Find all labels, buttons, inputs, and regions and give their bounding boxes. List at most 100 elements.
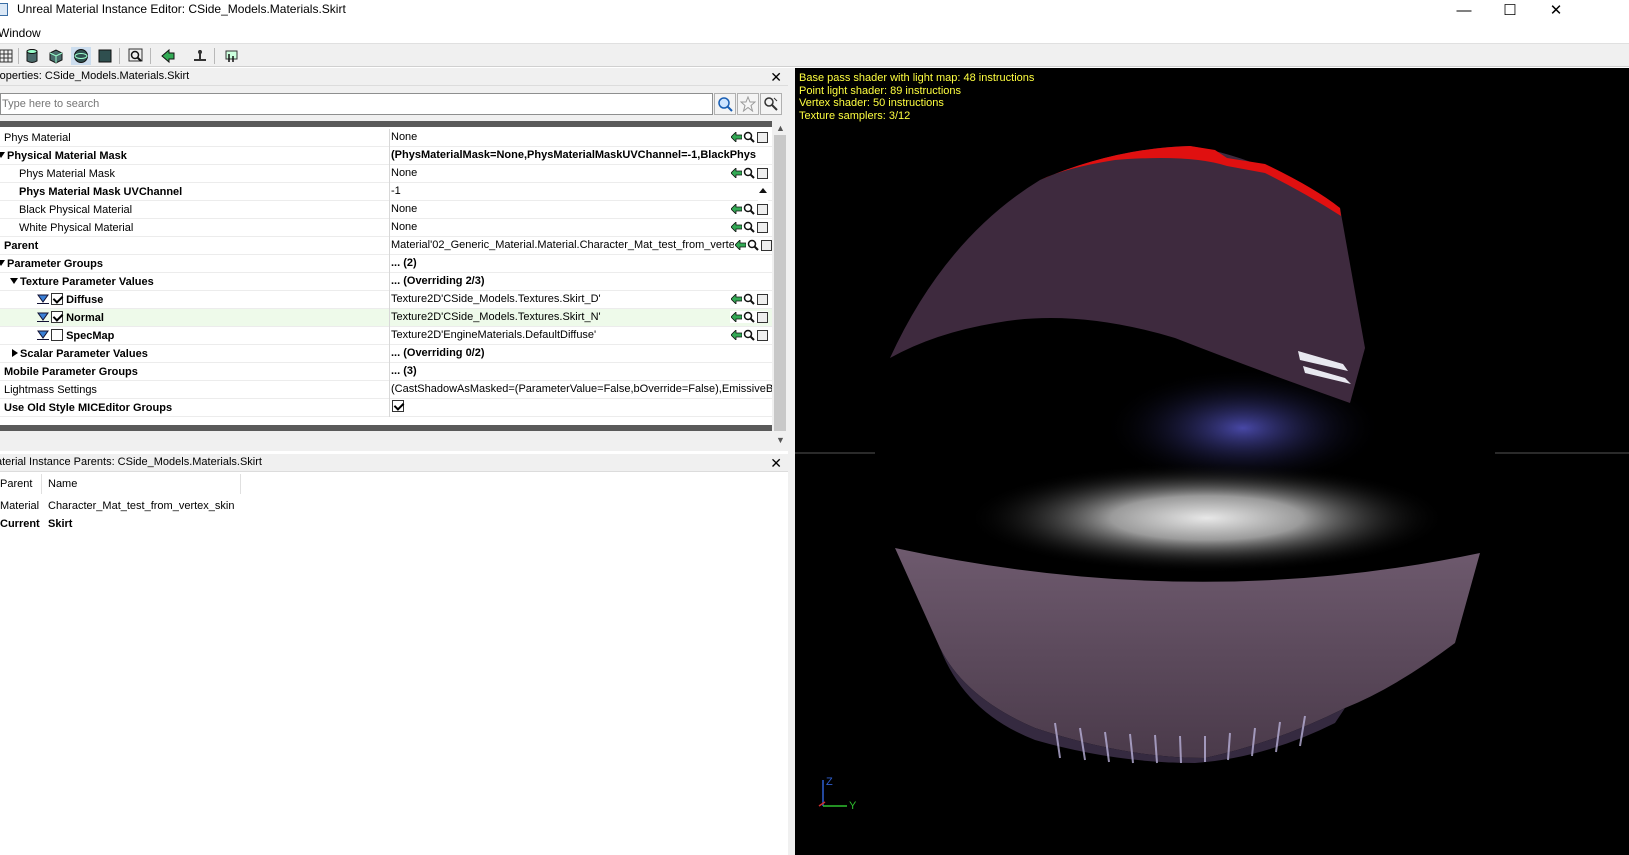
expand-arrow-icon[interactable] bbox=[0, 260, 5, 266]
close-icon[interactable]: ✕ bbox=[770, 454, 782, 472]
override-checkbox[interactable] bbox=[51, 329, 63, 341]
property-value[interactable]: None bbox=[389, 129, 772, 147]
browse-magnifier-icon[interactable] bbox=[743, 329, 755, 341]
browse-magnifier-icon[interactable] bbox=[743, 293, 755, 305]
browse-magnifier-icon[interactable] bbox=[743, 167, 755, 179]
property-row[interactable]: Lightmass Settings (CastShadowAsMasked=(… bbox=[0, 381, 772, 399]
pivot-tool-icon[interactable] bbox=[190, 47, 210, 65]
use-selected-arrow-icon[interactable] bbox=[730, 203, 742, 215]
browse-magnifier-icon[interactable] bbox=[747, 239, 759, 251]
splitter[interactable] bbox=[788, 68, 795, 855]
property-value[interactable]: (CastShadowAsMasked=(ParameterValue=Fals… bbox=[389, 381, 772, 399]
property-row[interactable]: Use Old Style MICEditor Groups bbox=[0, 399, 772, 417]
property-value[interactable]: None bbox=[389, 165, 772, 183]
browse-magnifier-icon[interactable] bbox=[743, 131, 755, 143]
clear-value-icon[interactable] bbox=[756, 203, 768, 215]
property-row[interactable]: SpecMap Texture2D'EngineMaterials.Defaul… bbox=[0, 327, 772, 345]
property-row[interactable]: White Physical Material None bbox=[0, 219, 772, 237]
use-selected-arrow-icon[interactable] bbox=[730, 311, 742, 323]
sphere-preview-icon[interactable] bbox=[71, 47, 91, 65]
override-checkbox[interactable] bbox=[51, 311, 63, 323]
collapse-arrow-icon[interactable] bbox=[12, 349, 18, 357]
use-selected-arrow-icon[interactable] bbox=[730, 131, 742, 143]
property-row[interactable]: Parameter Groups ... (2) bbox=[0, 255, 772, 273]
scroll-up-icon[interactable]: ▲ bbox=[776, 123, 785, 133]
property-value[interactable]: Texture2D'CSide_Models.Textures.Skirt_N' bbox=[389, 309, 772, 327]
scroll-down-icon[interactable]: ▼ bbox=[776, 435, 785, 445]
property-value[interactable]: Texture2D'EngineMaterials.DefaultDiffuse… bbox=[389, 327, 772, 345]
clear-value-icon[interactable] bbox=[756, 311, 768, 323]
property-row-selected[interactable]: Normal Texture2D'CSide_Models.Textures.S… bbox=[0, 309, 772, 327]
property-value[interactable]: None bbox=[389, 219, 772, 237]
property-value[interactable]: (PhysMaterialMask=None,PhysMaterialMaskU… bbox=[389, 147, 772, 165]
override-toggle-icon[interactable] bbox=[37, 293, 49, 304]
spin-up-icon[interactable] bbox=[758, 183, 768, 200]
clear-value-icon[interactable] bbox=[756, 293, 768, 305]
expand-arrow-icon[interactable] bbox=[10, 278, 18, 284]
parent-name[interactable]: Character_Mat_test_from_vertex_skin bbox=[48, 497, 234, 515]
property-value[interactable] bbox=[389, 399, 772, 417]
property-value[interactable]: Texture2D'CSide_Models.Textures.Skirt_D' bbox=[389, 291, 772, 309]
use-selected-arrow-icon[interactable] bbox=[730, 221, 742, 233]
column-header-parent[interactable]: Parent bbox=[0, 474, 42, 494]
preview-viewport[interactable]: Base pass shader with light map: 48 inst… bbox=[795, 68, 1629, 855]
override-toggle-icon[interactable] bbox=[37, 311, 49, 322]
use-selected-arrow-icon[interactable] bbox=[730, 293, 742, 305]
use-selected-arrow-icon[interactable] bbox=[730, 167, 742, 179]
property-value[interactable]: ... (2) bbox=[389, 255, 772, 273]
grid-icon[interactable] bbox=[0, 47, 16, 65]
property-row[interactable]: Black Physical Material None bbox=[0, 201, 772, 219]
property-grid-scrollbar[interactable]: ▲ ▼ bbox=[772, 121, 788, 449]
property-value[interactable]: None bbox=[389, 201, 772, 219]
cylinder-preview-icon[interactable] bbox=[22, 47, 42, 65]
clear-value-icon[interactable] bbox=[756, 131, 768, 143]
property-row[interactable]: Phys Material Mask UVChannel -1 bbox=[0, 183, 772, 201]
clear-value-icon[interactable] bbox=[756, 167, 768, 179]
expand-arrow-icon[interactable] bbox=[0, 152, 5, 158]
maximize-button[interactable]: ☐ bbox=[1487, 0, 1533, 20]
property-value[interactable]: -1 bbox=[389, 183, 772, 201]
use-selected-arrow-icon[interactable] bbox=[730, 329, 742, 341]
clear-value-icon[interactable] bbox=[756, 221, 768, 233]
cube-preview-icon[interactable] bbox=[46, 47, 66, 65]
plane-preview-icon[interactable] bbox=[95, 47, 115, 65]
search-icon[interactable] bbox=[714, 93, 736, 115]
favorites-star-icon[interactable] bbox=[737, 93, 759, 115]
parent-type[interactable]: Current bbox=[0, 515, 40, 533]
scrollbar-thumb[interactable] bbox=[774, 135, 786, 431]
advanced-search-icon[interactable] bbox=[760, 93, 782, 115]
property-row[interactable]: Diffuse Texture2D'CSide_Models.Textures.… bbox=[0, 291, 772, 309]
browse-magnifier-icon[interactable] bbox=[743, 311, 755, 323]
override-checkbox[interactable] bbox=[51, 293, 63, 305]
property-value[interactable]: ... (3) bbox=[389, 363, 772, 381]
clear-value-icon[interactable] bbox=[756, 329, 768, 341]
property-row[interactable]: Mobile Parameter Groups ... (3) bbox=[0, 363, 772, 381]
use-selected-arrow-icon[interactable] bbox=[734, 239, 746, 251]
clean-up-icon[interactable] bbox=[222, 47, 242, 65]
parents-list bbox=[0, 472, 788, 855]
find-in-browser-icon[interactable] bbox=[126, 47, 146, 65]
browse-magnifier-icon[interactable] bbox=[743, 203, 755, 215]
minimize-button[interactable]: — bbox=[1441, 0, 1487, 20]
clear-value-icon[interactable] bbox=[760, 239, 772, 251]
property-value[interactable]: Material'02_Generic_Material.Material.Ch… bbox=[389, 237, 772, 255]
parent-name[interactable]: Skirt bbox=[48, 515, 72, 533]
property-row[interactable]: Parent Material'02_Generic_Material.Mate… bbox=[0, 237, 772, 255]
search-input[interactable] bbox=[0, 93, 713, 115]
column-header-name[interactable]: Name bbox=[44, 474, 241, 494]
parent-type[interactable]: Material bbox=[0, 497, 39, 515]
property-row[interactable]: Scalar Parameter Values ... (Overriding … bbox=[0, 345, 772, 363]
property-value[interactable]: ... (Overriding 2/3) bbox=[389, 273, 772, 291]
property-row[interactable]: Phys Material None bbox=[0, 129, 772, 147]
property-value[interactable]: ... (Overriding 0/2) bbox=[389, 345, 772, 363]
property-row[interactable]: Texture Parameter Values ... (Overriding… bbox=[0, 273, 772, 291]
browse-magnifier-icon[interactable] bbox=[743, 221, 755, 233]
property-row[interactable]: Physical Material Mask (PhysMaterialMask… bbox=[0, 147, 772, 165]
close-icon[interactable]: ✕ bbox=[770, 68, 782, 86]
use-old-style-checkbox[interactable] bbox=[392, 400, 404, 412]
override-toggle-icon[interactable] bbox=[37, 329, 49, 340]
close-window-button[interactable]: ✕ bbox=[1533, 0, 1579, 20]
menu-window[interactable]: Window bbox=[0, 26, 41, 40]
property-row[interactable]: Phys Material Mask None bbox=[0, 165, 772, 183]
back-arrow-icon[interactable] bbox=[158, 47, 178, 65]
